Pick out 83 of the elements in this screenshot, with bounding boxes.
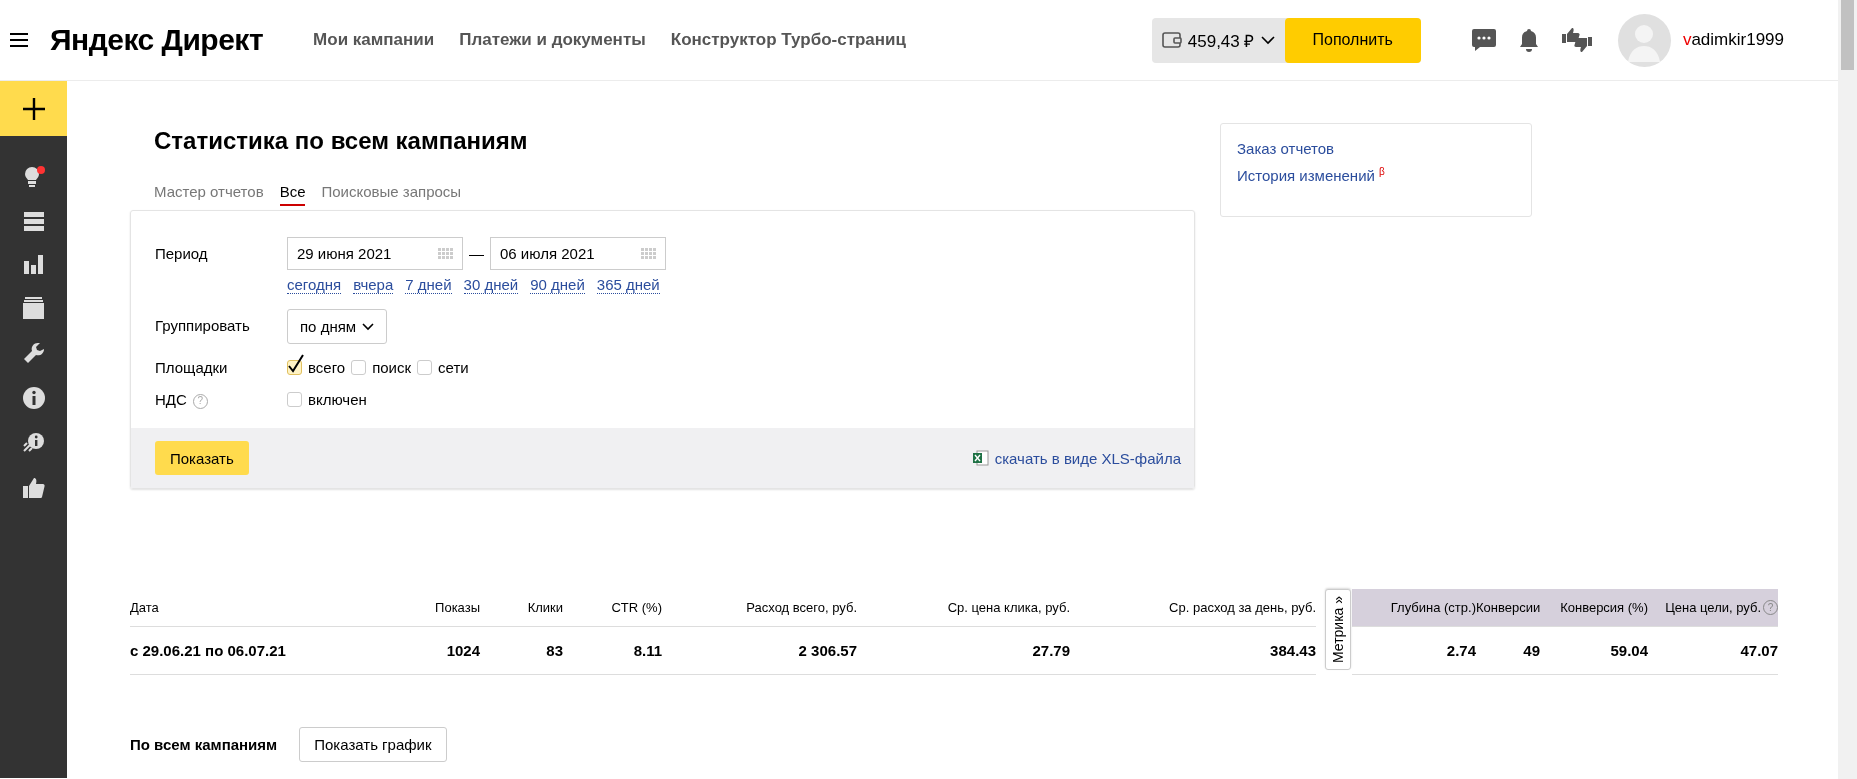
wrench-icon[interactable]: [22, 342, 45, 364]
field-label: Группировать: [155, 316, 251, 334]
table-cell: 2 306.57: [662, 626, 857, 675]
download-xls-link[interactable]: скачать в виде XLS-файла: [972, 449, 1181, 467]
metrika-tab[interactable]: Метрика »: [1325, 589, 1351, 670]
caret-icon: [1260, 35, 1275, 45]
caret-icon: [362, 322, 375, 331]
summary-label: По всем кампаниям: [130, 736, 278, 753]
period-preset-link[interactable]: 7 дней: [405, 276, 452, 294]
checkbox-label[interactable]: сети: [438, 359, 469, 376]
column-header: Показы: [390, 589, 480, 627]
menu-icon[interactable]: [10, 32, 28, 48]
column-header: Дата: [130, 589, 390, 627]
side-link[interactable]: Заказ отчетов: [1237, 140, 1335, 157]
period-preset-link[interactable]: сегодня: [287, 276, 342, 294]
column-header: Расход всего, руб.: [662, 589, 857, 627]
checkbox[interactable]: [351, 360, 367, 375]
rocket-info-icon[interactable]: [22, 432, 45, 454]
balance-button[interactable]: 459,43 ₽: [1151, 17, 1285, 63]
tab[interactable]: Поисковые запросы: [321, 172, 462, 206]
date-field[interactable]: 29 июня 2021: [287, 237, 463, 270]
column-header: CTR (%): [563, 589, 662, 627]
stack-icon[interactable]: [23, 297, 44, 319]
username[interactable]: vadimkir1999: [1682, 30, 1784, 50]
period-preset-link[interactable]: 90 дней: [530, 276, 585, 294]
table-cell: 47.07: [1648, 626, 1778, 675]
checkbox[interactable]: [417, 360, 433, 375]
table-cell: 8.11: [563, 626, 662, 675]
date-separator: —: [469, 245, 484, 262]
chat-icon[interactable]: [1470, 28, 1497, 52]
column-header: Ср. цена клика, руб.: [857, 589, 1070, 627]
group-by-dropdown[interactable]: по дням: [287, 309, 388, 344]
thumbs-icon[interactable]: [1560, 27, 1593, 53]
checkbox-label[interactable]: включен: [308, 391, 367, 408]
checkbox-label[interactable]: поиск: [372, 359, 412, 376]
column-header: Конверсия (%): [1540, 589, 1648, 627]
field-label: Период: [155, 244, 209, 262]
column-header: Конверсии: [1476, 589, 1540, 627]
add-button[interactable]: [0, 81, 67, 136]
plus-icon: [21, 96, 46, 121]
table-cell: 2.74: [1352, 626, 1476, 675]
checkbox[interactable]: [287, 392, 302, 407]
column-header: Клики: [480, 589, 563, 627]
side-link[interactable]: История изменений $^{β}$: [1237, 166, 1385, 184]
list-icon[interactable]: [23, 211, 44, 231]
nav-link[interactable]: Платежи и документы: [459, 30, 646, 50]
calendar-icon: [438, 247, 454, 260]
bell-icon[interactable]: [1518, 28, 1539, 52]
tab[interactable]: Все: [279, 172, 306, 206]
date-field[interactable]: 06 июля 2021: [490, 237, 666, 270]
table-cell: 27.79: [857, 626, 1070, 675]
page-title: Статистика по всем кампаниям: [154, 126, 529, 156]
column-header: Ср. расход за день, руб.: [1070, 589, 1316, 627]
field-label: НДС: [155, 391, 187, 408]
checkmark-icon: [287, 354, 305, 374]
column-header: Глубина (стр.): [1352, 589, 1476, 627]
nav-link[interactable]: Конструктор Турбо-страниц: [670, 30, 906, 50]
scrollbar-thumb[interactable]: [1841, 0, 1854, 70]
info-icon[interactable]: [22, 387, 45, 409]
bar-chart-icon[interactable]: [23, 254, 44, 274]
calendar-icon: [641, 247, 657, 260]
tab[interactable]: Мастер отчетов: [154, 172, 264, 206]
show-chart-button[interactable]: Показать график: [299, 727, 447, 762]
thumbs-up-icon[interactable]: [22, 477, 45, 499]
table-cell: 384.43: [1070, 626, 1316, 675]
period-preset-link[interactable]: 30 дней: [463, 276, 519, 294]
table-cell: с 29.06.21 по 06.07.21: [130, 626, 390, 675]
table-cell: 49: [1476, 626, 1540, 675]
nav-link[interactable]: Мои кампании: [313, 30, 435, 50]
wallet-icon: [1161, 31, 1182, 49]
table-cell: 59.04: [1540, 626, 1648, 675]
column-header: Цена цели, руб.: [1665, 599, 1761, 615]
checkbox-label[interactable]: всего: [308, 359, 346, 376]
logo[interactable]: Яндекс Директ: [50, 23, 264, 57]
spreadsheet-icon: [972, 450, 989, 466]
top-up-button[interactable]: Пополнить: [1284, 17, 1421, 63]
show-button[interactable]: Показать: [155, 441, 249, 475]
table-cell: 83: [480, 626, 563, 675]
period-preset-link[interactable]: вчера: [353, 276, 394, 294]
field-label: Площадки: [155, 359, 229, 376]
table-cell: 1024: [390, 626, 480, 675]
period-preset-link[interactable]: 365 дней: [596, 276, 660, 294]
lightbulb-icon[interactable]: [22, 166, 45, 188]
